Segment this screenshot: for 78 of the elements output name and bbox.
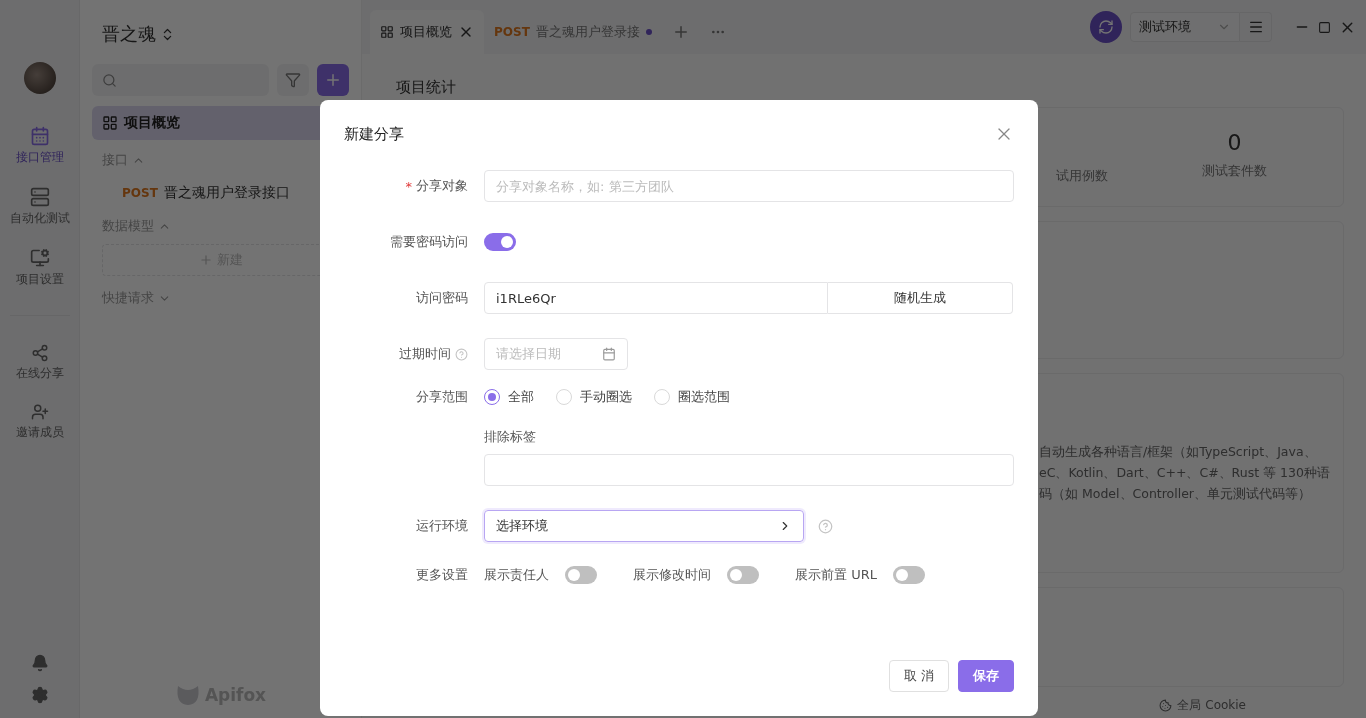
cookie-icon — [1159, 698, 1173, 712]
field-label: 排除标签 — [484, 428, 537, 446]
rail-item[interactable]: 在线分享 — [15, 344, 64, 381]
search-icon — [102, 72, 117, 88]
date-field[interactable]: 请选择日期 — [484, 338, 628, 370]
stat-label: 试用例数 — [1056, 167, 1108, 185]
radio-option[interactable]: 圈选范围 — [654, 388, 730, 406]
field-label: 过期时间 — [399, 345, 451, 363]
search-field[interactable] — [92, 64, 269, 96]
calendar-icon — [602, 347, 616, 361]
menu-icon — [1247, 19, 1264, 35]
required-mark: * — [405, 178, 412, 194]
environment-select[interactable]: 选择环境 — [484, 510, 804, 542]
add-button[interactable] — [317, 64, 349, 96]
save-button[interactable]: 保存 — [958, 660, 1014, 692]
method-label: POST — [122, 186, 158, 200]
field-label: 更多设置 — [415, 566, 468, 584]
user-plus-icon — [30, 403, 49, 421]
toggle-switch[interactable] — [484, 233, 516, 251]
rail-item[interactable]: 自动化测试 — [9, 187, 70, 226]
intro-text: 自动生成各种语言/框架（如TypeScript、Java、 — [1039, 443, 1318, 461]
toggle-switch[interactable] — [892, 566, 925, 584]
server-icon — [29, 187, 50, 207]
toggle-switch[interactable] — [565, 566, 597, 584]
toggle-label: 展示责任人 — [484, 566, 549, 584]
toggle-label: 展示修改时间 — [633, 566, 711, 584]
menu-button[interactable] — [1240, 12, 1272, 42]
filter-icon — [285, 72, 301, 88]
project-name[interactable]: 晋之魂 — [102, 22, 156, 46]
environment-select[interactable]: 测试环境 — [1130, 12, 1240, 42]
radio-label: 全部 — [508, 388, 534, 406]
filter-button[interactable] — [277, 64, 309, 96]
grid-icon — [102, 115, 118, 131]
rail-item[interactable]: 接口管理 — [15, 126, 64, 165]
rail-label: 自动化测试 — [9, 211, 70, 226]
toggle-switch[interactable] — [727, 566, 759, 584]
radio-label: 圈选范围 — [678, 388, 730, 406]
radio-option[interactable]: 手动圈选 — [556, 388, 632, 406]
tab-label: 项目概览 — [400, 23, 452, 41]
settings-icon[interactable] — [30, 686, 49, 704]
rail-label: 接口管理 — [15, 150, 64, 165]
help-icon[interactable] — [818, 518, 833, 534]
tree-label: 晋之魂用户登录接口 — [163, 184, 290, 202]
tree-label: 项目概览 — [124, 114, 180, 132]
sync-icon — [1098, 19, 1114, 35]
grid-icon — [380, 25, 394, 39]
section-heading: 项目统计 — [395, 78, 457, 97]
maximize-icon[interactable] — [1318, 20, 1331, 34]
radio-label: 手动圈选 — [580, 388, 632, 406]
field-label: 分享范围 — [415, 388, 468, 406]
help-icon[interactable] — [455, 347, 468, 361]
toggle-label: 展示前置 URL — [795, 566, 877, 584]
stat-value: 0 — [1227, 129, 1242, 155]
tags-input[interactable] — [484, 454, 1014, 486]
plus-icon — [324, 71, 342, 89]
generate-button[interactable]: 随机生成 — [828, 282, 1013, 314]
intro-text: 码（如 Model、Controller、单元测试代码等） — [1039, 485, 1312, 503]
rail-label: 在线分享 — [15, 366, 64, 381]
plus-icon — [198, 253, 213, 267]
tab[interactable]: 项目概览 — [370, 10, 484, 54]
avatar[interactable] — [23, 62, 56, 94]
bell-icon[interactable] — [30, 654, 49, 672]
intro-text: eC、Kotlin、Dart、C++、C#、Rust 等 130种语 — [1039, 464, 1331, 482]
field-label: 运行环境 — [415, 517, 468, 535]
share-icon — [30, 344, 49, 362]
field-label: 需要密码访问 — [389, 233, 468, 251]
password-input[interactable]: i1RLe6Qr — [484, 282, 828, 314]
rail-label: 邀请成员 — [15, 425, 64, 440]
field-label: 分享对象 — [416, 177, 468, 195]
cookie-link[interactable]: 全局 Cookie — [1177, 696, 1246, 714]
rail-item[interactable]: 邀请成员 — [15, 403, 64, 440]
sync-button[interactable] — [1090, 11, 1122, 43]
radio-option[interactable]: 全部 — [484, 388, 534, 406]
method-label: POST — [494, 25, 530, 39]
cancel-button[interactable]: 取 消 — [888, 660, 949, 692]
monitor-gear-icon — [29, 248, 50, 268]
field-label: 访问密码 — [415, 289, 468, 307]
calendar-icon — [29, 126, 50, 146]
